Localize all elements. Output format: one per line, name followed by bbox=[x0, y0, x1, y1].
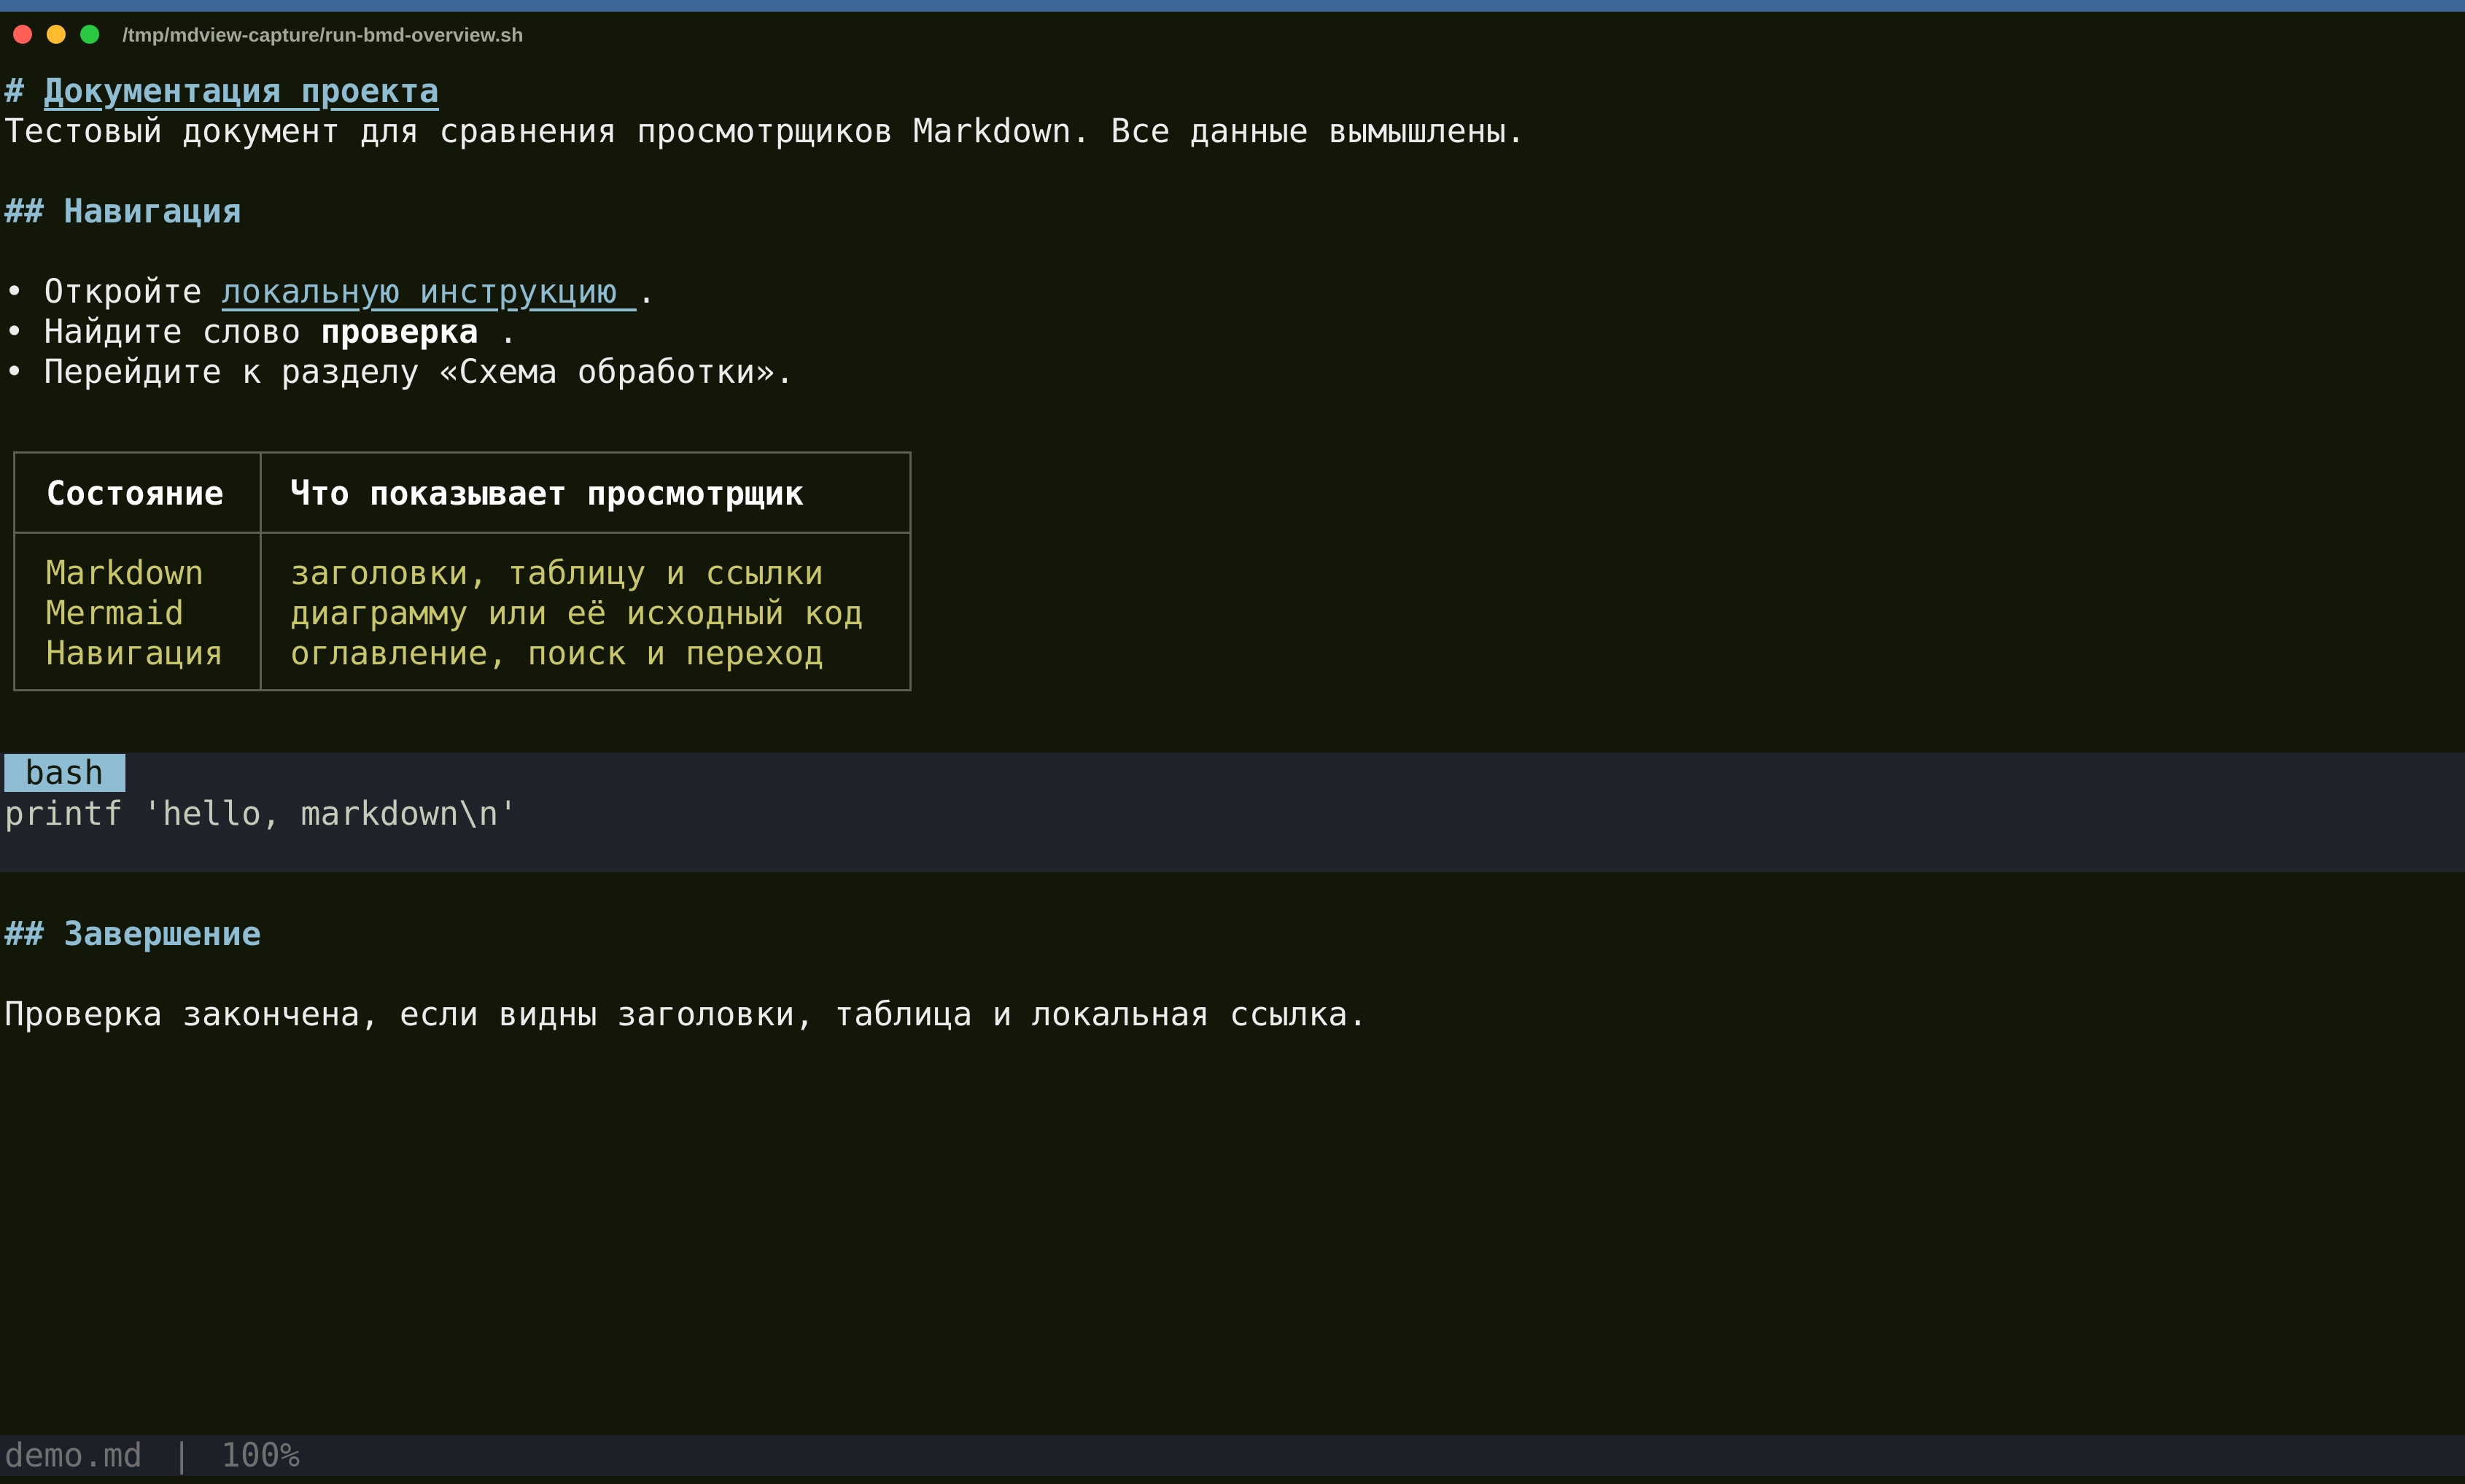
conclusion-heading-text: Завершение bbox=[63, 914, 262, 953]
status-zoom: 100% bbox=[220, 1436, 300, 1475]
navigation-heading: ## Навигация bbox=[4, 191, 241, 231]
list-item: • Перейдите к разделу «Схема обработки». bbox=[4, 351, 795, 392]
list-item-text: Откройте bbox=[44, 272, 222, 311]
bullet-icon: • bbox=[4, 352, 25, 391]
table-cell: Навигация bbox=[46, 634, 224, 672]
desktop-top-strip bbox=[0, 0, 2465, 12]
table-header-state: Состояние bbox=[46, 474, 224, 513]
document-title: # Документация проекта bbox=[4, 71, 439, 111]
close-window-button[interactable] bbox=[13, 25, 32, 44]
bullet-icon: • bbox=[4, 272, 25, 311]
h1-marker: # bbox=[4, 71, 25, 110]
list-item-text: Перейдите к разделу «Схема обработки». bbox=[44, 352, 795, 391]
h1-heading-text: Документация проекта bbox=[44, 71, 440, 110]
table-column-divider bbox=[260, 454, 262, 689]
bullet-icon: • bbox=[4, 312, 25, 351]
navigation-heading-text: Навигация bbox=[63, 192, 242, 230]
list-item-text: . bbox=[636, 272, 657, 311]
final-paragraph: Проверка закончена, если видны заголовки… bbox=[4, 995, 1368, 1033]
table-cell: Mermaid bbox=[46, 594, 185, 632]
bold-word: проверка bbox=[320, 312, 499, 351]
status-bar bbox=[0, 1435, 2465, 1476]
code-line: printf 'hello, markdown\n' bbox=[4, 794, 519, 833]
intro-paragraph: Тестовый документ для сравнения просмотр… bbox=[4, 112, 1526, 150]
table-cell: заголовки, таблицу и ссылки bbox=[290, 553, 824, 592]
conclusion-heading: ## Завершение bbox=[4, 914, 261, 954]
comparison-table: Состояние Что показывает просмотрщик Mar… bbox=[13, 451, 912, 691]
h2-marker: ## bbox=[4, 192, 44, 230]
list-item: • Откройте локальную инструкцию . bbox=[4, 271, 656, 311]
list-item: • Найдите слово проверка . bbox=[4, 311, 518, 351]
status-filename: demo.md bbox=[4, 1436, 143, 1475]
status-separator: | bbox=[171, 1436, 192, 1475]
maximize-window-button[interactable] bbox=[80, 25, 99, 44]
table-header-shows: Что показывает просмотрщик bbox=[290, 474, 804, 513]
list-item-text: . bbox=[498, 312, 519, 351]
list-item-text: Найдите слово bbox=[44, 312, 321, 351]
table-header-divider bbox=[15, 532, 909, 534]
status-text: demo.md | 100% bbox=[4, 1435, 300, 1476]
code-language-label: bash bbox=[4, 754, 125, 792]
minimize-window-button[interactable] bbox=[47, 25, 66, 44]
table-cell: Markdown bbox=[46, 553, 204, 592]
table-cell: оглавление, поиск и переход bbox=[290, 634, 824, 672]
h2-marker: ## bbox=[4, 914, 44, 953]
local-instruction-link[interactable]: локальную инструкцию bbox=[222, 272, 637, 311]
window-title: /tmp/mdview-capture/run-bmd-overview.sh bbox=[123, 24, 524, 46]
table-cell: диаграмму или её исходный код bbox=[290, 594, 863, 632]
